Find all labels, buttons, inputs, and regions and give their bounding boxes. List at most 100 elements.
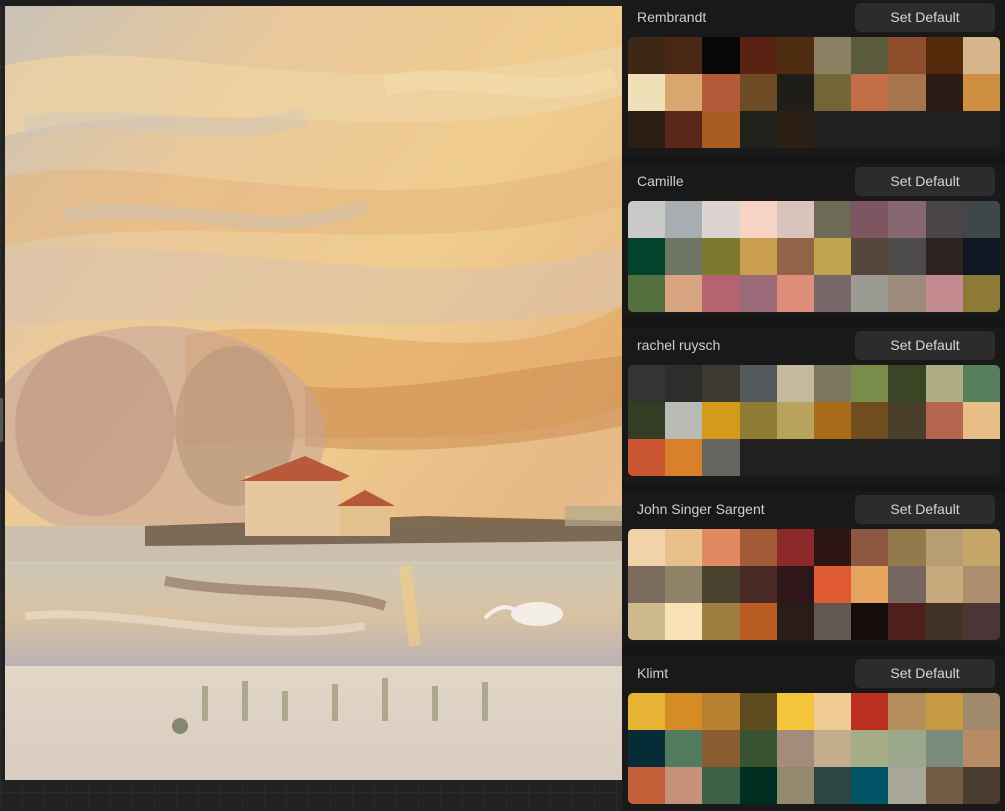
color-swatch[interactable]	[813, 365, 852, 402]
color-swatch[interactable]	[628, 603, 666, 640]
set-default-button[interactable]: Set Default	[855, 331, 995, 360]
color-swatch[interactable]	[888, 603, 926, 640]
color-swatch[interactable]	[851, 767, 889, 804]
color-swatch[interactable]	[702, 275, 740, 312]
color-swatch[interactable]	[776, 365, 814, 402]
color-swatch[interactable]	[962, 603, 1000, 640]
color-swatch[interactable]	[813, 402, 852, 439]
color-swatch[interactable]	[665, 37, 703, 74]
sidebar-handle[interactable]	[0, 398, 3, 442]
color-swatch[interactable]	[962, 37, 1000, 74]
color-swatch[interactable]	[702, 365, 740, 402]
color-swatch[interactable]	[628, 238, 666, 275]
color-swatch[interactable]	[702, 767, 740, 804]
color-swatch[interactable]	[628, 365, 666, 402]
color-swatch[interactable]	[739, 693, 777, 730]
color-swatch[interactable]	[925, 201, 963, 238]
color-swatch[interactable]	[739, 201, 777, 238]
color-swatch[interactable]	[628, 693, 666, 730]
color-swatch[interactable]	[925, 74, 963, 111]
color-swatch[interactable]	[665, 767, 703, 804]
color-swatch[interactable]	[739, 238, 777, 275]
color-swatch[interactable]	[813, 730, 852, 767]
color-swatch[interactable]	[665, 402, 703, 439]
color-swatch[interactable]	[665, 365, 703, 402]
color-swatch[interactable]	[739, 730, 777, 767]
color-swatch[interactable]	[851, 238, 889, 275]
color-swatch[interactable]	[962, 566, 1000, 603]
color-swatch[interactable]	[739, 566, 777, 603]
color-swatch[interactable]	[628, 730, 666, 767]
color-swatch[interactable]	[776, 201, 814, 238]
color-swatch[interactable]	[628, 111, 666, 148]
color-swatch[interactable]	[962, 730, 1000, 767]
color-swatch[interactable]	[813, 238, 852, 275]
color-swatch[interactable]	[628, 529, 666, 566]
color-swatch[interactable]	[888, 529, 926, 566]
color-swatch[interactable]	[628, 767, 666, 804]
color-swatch[interactable]	[813, 566, 852, 603]
color-swatch[interactable]	[702, 566, 740, 603]
color-swatch[interactable]	[925, 238, 963, 275]
painting-canvas[interactable]	[5, 6, 622, 780]
set-default-button[interactable]: Set Default	[855, 3, 995, 32]
color-swatch[interactable]	[888, 365, 926, 402]
color-swatch[interactable]	[962, 74, 1000, 111]
color-swatch[interactable]	[702, 693, 740, 730]
set-default-button[interactable]: Set Default	[855, 495, 995, 524]
color-swatch[interactable]	[628, 37, 666, 74]
color-swatch[interactable]	[628, 439, 666, 476]
color-swatch[interactable]	[925, 402, 963, 439]
color-swatch[interactable]	[925, 566, 963, 603]
color-swatch[interactable]	[739, 111, 777, 148]
color-swatch[interactable]	[888, 238, 926, 275]
color-swatch[interactable]	[776, 275, 814, 312]
color-swatch[interactable]	[851, 275, 889, 312]
color-swatch[interactable]	[925, 275, 963, 312]
color-swatch[interactable]	[702, 201, 740, 238]
color-swatch[interactable]	[776, 730, 814, 767]
color-swatch[interactable]	[851, 730, 889, 767]
color-swatch[interactable]	[702, 603, 740, 640]
color-swatch[interactable]	[851, 365, 889, 402]
color-swatch[interactable]	[925, 693, 963, 730]
color-swatch[interactable]	[665, 529, 703, 566]
color-swatch[interactable]	[962, 238, 1000, 275]
color-swatch[interactable]	[888, 767, 926, 804]
color-swatch[interactable]	[925, 365, 963, 402]
color-swatch[interactable]	[739, 767, 777, 804]
color-swatch[interactable]	[888, 201, 926, 238]
color-swatch[interactable]	[813, 529, 852, 566]
color-swatch[interactable]	[776, 566, 814, 603]
color-swatch[interactable]	[739, 603, 777, 640]
color-swatch[interactable]	[962, 275, 1000, 312]
color-swatch[interactable]	[665, 238, 703, 275]
color-swatch[interactable]	[665, 201, 703, 238]
color-swatch[interactable]	[813, 275, 852, 312]
color-swatch[interactable]	[888, 730, 926, 767]
color-swatch[interactable]	[851, 402, 889, 439]
color-swatch[interactable]	[851, 603, 889, 640]
color-swatch[interactable]	[739, 275, 777, 312]
color-swatch[interactable]	[962, 693, 1000, 730]
color-swatch[interactable]	[739, 37, 777, 74]
color-swatch[interactable]	[962, 201, 1000, 238]
color-swatch[interactable]	[665, 439, 703, 476]
color-swatch[interactable]	[813, 201, 852, 238]
color-swatch[interactable]	[851, 37, 889, 74]
color-swatch[interactable]	[888, 275, 926, 312]
color-swatch[interactable]	[665, 275, 703, 312]
color-swatch[interactable]	[813, 74, 852, 111]
color-swatch[interactable]	[888, 693, 926, 730]
color-swatch[interactable]	[813, 693, 852, 730]
color-swatch[interactable]	[888, 566, 926, 603]
color-swatch[interactable]	[962, 402, 1000, 439]
color-swatch[interactable]	[962, 529, 1000, 566]
color-swatch[interactable]	[776, 529, 814, 566]
color-swatch[interactable]	[776, 37, 814, 74]
color-swatch[interactable]	[739, 402, 777, 439]
color-swatch[interactable]	[776, 238, 814, 275]
color-swatch[interactable]	[851, 529, 889, 566]
color-swatch[interactable]	[702, 529, 740, 566]
color-swatch[interactable]	[702, 37, 740, 74]
